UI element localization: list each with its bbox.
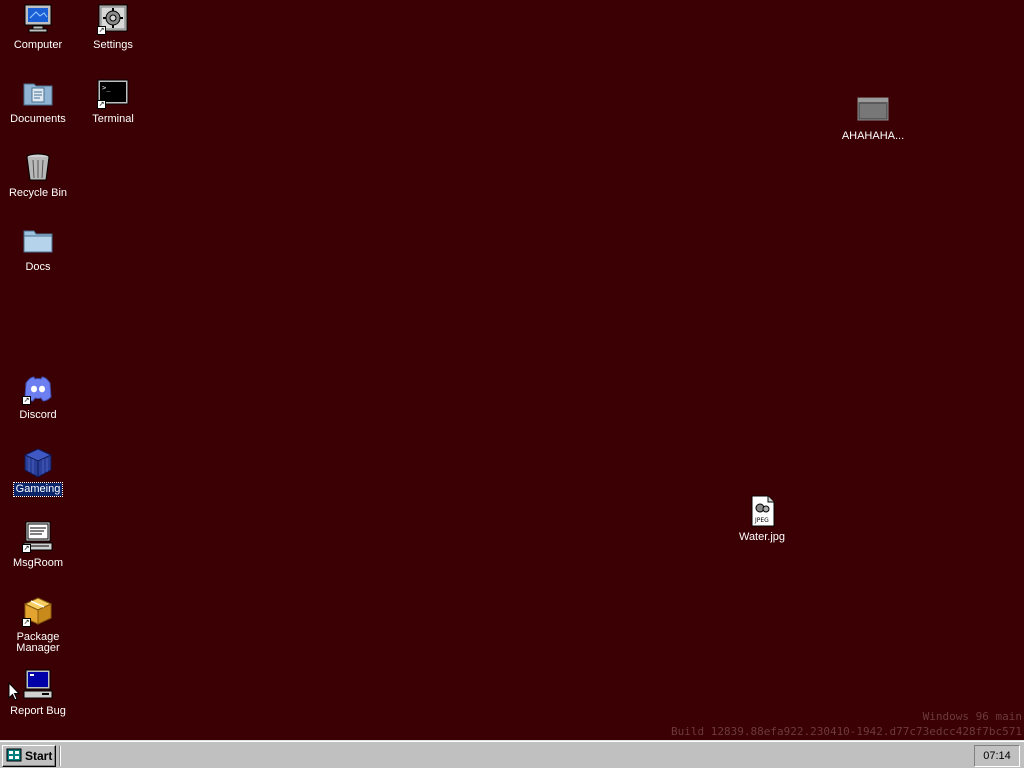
desktop[interactable]: Computer ↗ Settings Documents >_ ↗ Termi… (0, 0, 1024, 740)
shortcut-arrow-icon: ↗ (22, 544, 31, 553)
gears-icon: ↗ (97, 3, 129, 35)
desktop-icon-ahahaha[interactable]: AHAHAHA... (835, 94, 911, 143)
package-box-icon: ↗ (22, 595, 54, 627)
windows-logo-icon (6, 748, 22, 765)
jpeg-file-icon: JPEG (746, 495, 778, 527)
taskbar-divider (59, 746, 61, 766)
desktop-icon-label: Settings (93, 39, 133, 51)
desktop-icon-terminal[interactable]: >_ ↗ Terminal (75, 77, 151, 126)
shortcut-arrow-icon: ↗ (97, 100, 106, 109)
desktop-icon-label: Discord (19, 409, 57, 421)
start-label: Start (25, 749, 53, 763)
desktop-icon-label: Package Manager (16, 631, 60, 654)
watermark-build: Build 12839.88efa922.230410-1942.d77c73e… (671, 725, 1022, 738)
desktop-icon-label: Computer (13, 39, 63, 51)
desktop-icon-label: Gameing (12, 482, 64, 497)
msgroom-computer-icon: ↗ (22, 521, 54, 553)
window-app-icon (857, 94, 889, 126)
system-tray[interactable]: 07:14 (974, 745, 1020, 767)
terminal-icon: >_ ↗ (97, 77, 129, 109)
watermark-edition: Windows 96 main (922, 710, 1022, 723)
tray-clock: 07:14 (983, 750, 1011, 762)
desktop-icon-water-jpg[interactable]: JPEG Water.jpg (724, 495, 800, 544)
desktop-icon-label: MsgRoom (12, 557, 64, 569)
shortcut-arrow-icon: ↗ (97, 26, 106, 35)
desktop-icon-msgroom[interactable]: ↗ MsgRoom (0, 521, 76, 570)
shortcut-arrow-icon: ↗ (22, 618, 31, 627)
desktop-icon-settings[interactable]: ↗ Settings (75, 3, 151, 52)
shortcut-arrow-icon: ↗ (22, 396, 31, 405)
desktop-icon-discord[interactable]: ↗ Discord (0, 373, 76, 422)
svg-text:>_: >_ (102, 84, 111, 92)
desktop-icon-docs[interactable]: Docs (0, 225, 76, 274)
desktop-icon-gameing[interactable]: Gameing (0, 447, 76, 497)
computer-monitor-icon (22, 3, 54, 35)
bug-report-computer-icon (22, 669, 54, 701)
build-watermark: Windows 96 main Build 12839.88efa922.230… (671, 709, 1022, 739)
desktop-icon-label: Documents (10, 113, 66, 125)
desktop-icon-label: Recycle Bin (8, 187, 68, 199)
taskbar: Start 07:14 (0, 740, 1024, 768)
desktop-icon-label: AHAHAHA... (841, 130, 905, 142)
desktop-icon-recycle-bin[interactable]: Recycle Bin (0, 151, 76, 200)
blue-cube-icon (22, 447, 54, 479)
desktop-icon-label: Report Bug (10, 705, 66, 717)
folder-icon (22, 225, 54, 257)
mouse-cursor-icon (8, 681, 21, 704)
desktop-icon-package-manager[interactable]: ↗ Package Manager (0, 595, 76, 655)
start-button[interactable]: Start (2, 745, 56, 767)
documents-folder-icon (22, 77, 54, 109)
desktop-icon-label: Terminal (92, 113, 134, 125)
desktop-icon-computer[interactable]: Computer (0, 3, 76, 52)
desktop-icon-documents[interactable]: Documents (0, 77, 76, 126)
desktop-icon-label: Water.jpg (738, 531, 786, 543)
recycle-bin-icon (22, 151, 54, 183)
discord-icon: ↗ (22, 373, 54, 405)
desktop-icon-label: Docs (25, 261, 51, 273)
svg-text:JPEG: JPEG (754, 517, 769, 524)
